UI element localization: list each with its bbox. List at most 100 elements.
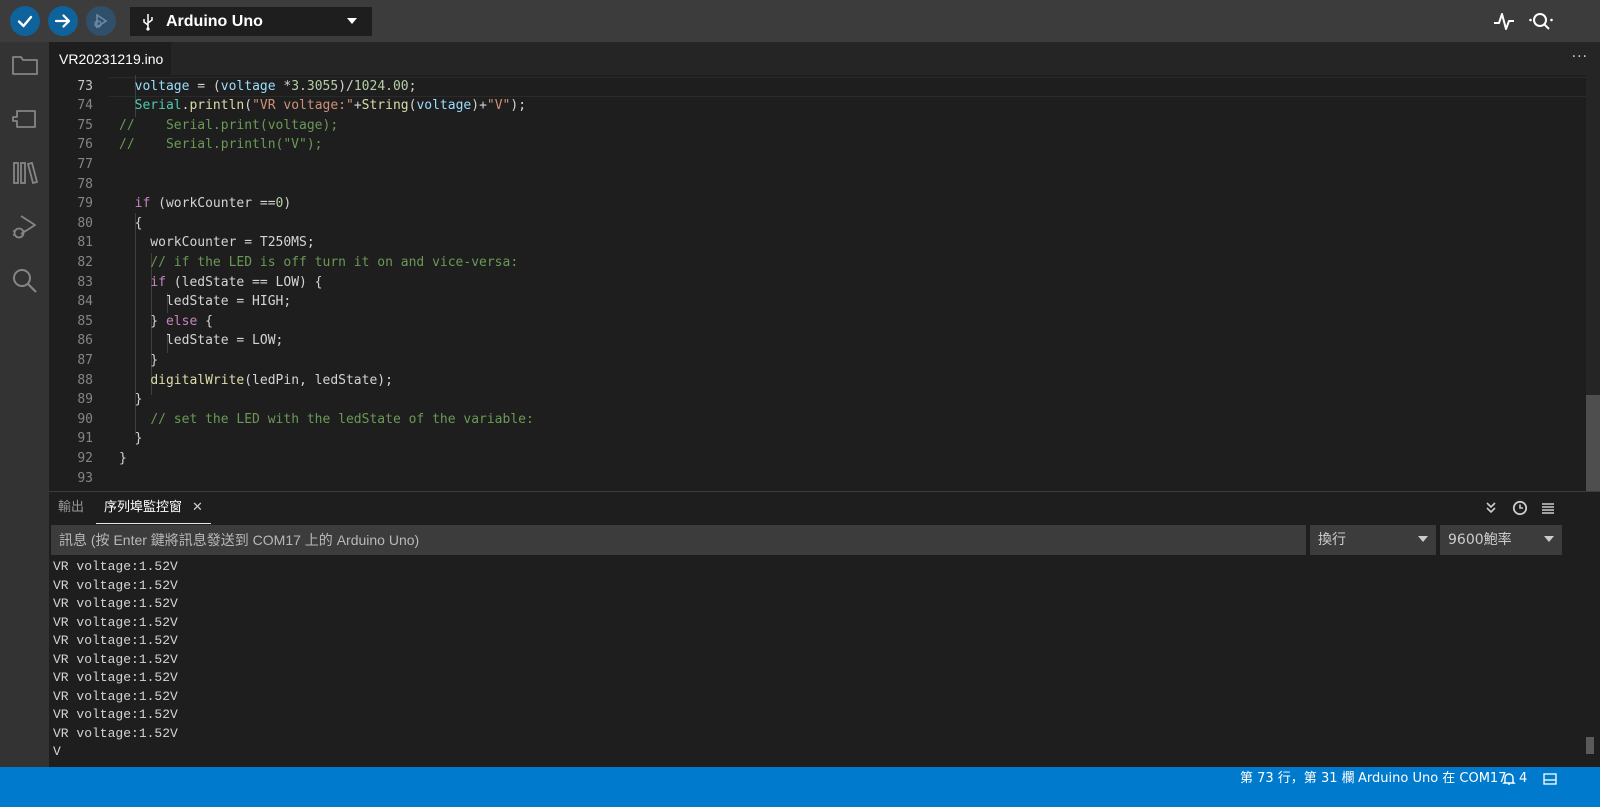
code-line: 86 ledState = LOW;: [49, 331, 1579, 351]
code-editor[interactable]: voltage = voltage * ...73 voltage = (vol…: [49, 75, 1600, 491]
debug-icon: [13, 215, 36, 239]
output-scrollbar-thumb[interactable]: [1586, 737, 1594, 754]
output-line: VR voltage:1.52V: [53, 707, 178, 722]
line-number: 91: [77, 431, 93, 447]
code-text: // if the LED is off turn it on and vice…: [150, 255, 519, 270]
status-bar: 第 73 行，第 31 欄 Arduino Uno 在 COM17 4: [0, 767, 1600, 790]
activity-bar: [0, 42, 49, 784]
output-line: VR voltage:1.52V: [53, 670, 178, 685]
editor-scrollbar[interactable]: [1586, 75, 1600, 491]
code-line: 84 ledState = HIGH;: [49, 292, 1579, 312]
line-number: 79: [77, 196, 93, 212]
more-actions-button[interactable]: ···: [1572, 49, 1588, 65]
code-line: 83 if (ledState == LOW) {: [49, 273, 1579, 293]
code-line: 85 } else {: [49, 312, 1579, 332]
editor-tab-strip: VR20231219.ino ···: [49, 42, 1600, 75]
debug-icon: [94, 13, 108, 29]
code-line: 82 // if the LED is off turn it on and v…: [49, 253, 1579, 273]
search-button[interactable]: [10, 266, 40, 296]
arrow-right-icon: [54, 14, 71, 28]
code-text: Serial.println("VR voltage:"+String(volt…: [134, 98, 527, 114]
autoscroll-button[interactable]: [1482, 499, 1500, 517]
serial-plotter-button[interactable]: [1493, 10, 1515, 36]
top-toolbar: Arduino Uno: [0, 0, 1600, 42]
sketchbook-button[interactable]: [10, 50, 40, 80]
serial-output[interactable]: VR voltage:1.52V VR voltage:1.52V VR volta…: [49, 558, 1579, 768]
checkmark-icon: [17, 15, 33, 28]
line-number: 92: [77, 451, 93, 466]
code-line: 77: [49, 155, 1579, 175]
boards-manager-button[interactable]: [10, 104, 40, 134]
code-text: }: [119, 451, 127, 466]
code-line: 73 voltage = (voltage *3.3055)/1024.00;: [49, 77, 1579, 97]
board-port-status[interactable]: Arduino Uno 在 COM17: [1358, 767, 1506, 790]
line-number: 78: [77, 176, 93, 192]
baud-rate-select[interactable]: 9600鮑率: [1440, 525, 1562, 555]
output-line: VR voltage:1.52V: [53, 559, 178, 574]
notifications-button[interactable]: 4: [1502, 767, 1527, 790]
line-number: 83: [77, 274, 93, 290]
toggle-panel-button[interactable]: [1543, 767, 1557, 790]
line-number: 80: [77, 215, 93, 231]
board-name: Arduino Uno: [166, 12, 263, 30]
tab-sketch-file[interactable]: VR20231219.ino: [49, 42, 171, 75]
output-line: VR voltage:1.52V: [53, 651, 178, 667]
library-icon: [13, 161, 39, 185]
debug-button[interactable]: [86, 6, 116, 36]
code-line: 88 digitalWrite(ledPin, ledState);: [49, 371, 1579, 391]
code-line: 91 }: [49, 429, 1579, 449]
code-text: workCounter = T250MS;: [119, 235, 315, 251]
board-icon: [12, 110, 36, 128]
panel-tab-strip: 輸出 序列埠監控窗 ✕: [49, 492, 1600, 524]
line-ending-select[interactable]: 換行: [1310, 525, 1436, 555]
code-line: 92}: [49, 449, 1579, 469]
output-line: VR voltage:1.52V: [53, 633, 178, 648]
line-number: 75: [77, 117, 93, 133]
code-line: 87 }: [49, 351, 1579, 371]
cursor-position[interactable]: 第 73 行，第 31 欄: [1240, 767, 1355, 790]
line-number: 90: [77, 411, 93, 427]
tab-serial-monitor[interactable]: 序列埠監控窗 ✕: [96, 492, 211, 524]
chevrons-down-icon: [1486, 502, 1496, 514]
clear-output-button[interactable]: [1539, 499, 1557, 517]
code-text: } else {: [119, 313, 213, 329]
code-text: if (workCounter ==0): [134, 196, 292, 212]
bell-icon: [1502, 772, 1516, 785]
line-number: 82: [77, 255, 93, 270]
timestamp-toggle-button[interactable]: [1511, 499, 1529, 517]
upload-button[interactable]: [48, 6, 78, 36]
line-number: 74: [77, 98, 93, 114]
editor-scrollbar-thumb[interactable]: [1586, 395, 1600, 491]
pulse-icon: [1494, 13, 1514, 30]
tab-output[interactable]: 輸出: [58, 492, 84, 524]
code-text: {: [119, 215, 143, 231]
code-text: voltage = (voltage *3.3055)/1024.00;: [134, 78, 417, 94]
verify-button[interactable]: [10, 6, 40, 36]
line-number: 88: [77, 372, 93, 388]
board-selector[interactable]: Arduino Uno: [130, 7, 372, 36]
code-line: 78: [49, 175, 1579, 195]
code-line: 79 if (workCounter ==0): [49, 194, 1579, 214]
clear-output-icon: [1542, 503, 1554, 514]
code-text: }: [119, 353, 159, 368]
bottom-panel: 輸出 序列埠監控窗✕ 換行 9600鮑率 VR voltage:1.52VVR …: [49, 491, 1600, 767]
serial-input-row: 換行 9600鮑率: [49, 524, 1600, 556]
code-line: 93: [49, 469, 1579, 489]
code-text: ledState = LOW;: [119, 333, 284, 349]
code-text: if (ledState == LOW) {: [150, 274, 323, 290]
line-number: 81: [77, 235, 93, 251]
chevron-down-icon: [347, 18, 357, 24]
debug-view-button[interactable]: [10, 212, 40, 242]
close-icon[interactable]: ✕: [192, 500, 203, 515]
library-manager-button[interactable]: [10, 158, 40, 188]
notifications-count: 4: [1519, 771, 1528, 786]
magnifier-icon: [1529, 13, 1553, 30]
line-number: 93: [77, 470, 93, 486]
chevron-down-icon: [1418, 536, 1428, 542]
line-number: 77: [77, 157, 93, 172]
line-number: 85: [77, 313, 93, 329]
serial-monitor-button[interactable]: [1528, 10, 1554, 36]
chevron-down-icon: [1544, 536, 1554, 542]
serial-message-input[interactable]: [51, 525, 1306, 555]
line-number: 76: [77, 137, 93, 153]
